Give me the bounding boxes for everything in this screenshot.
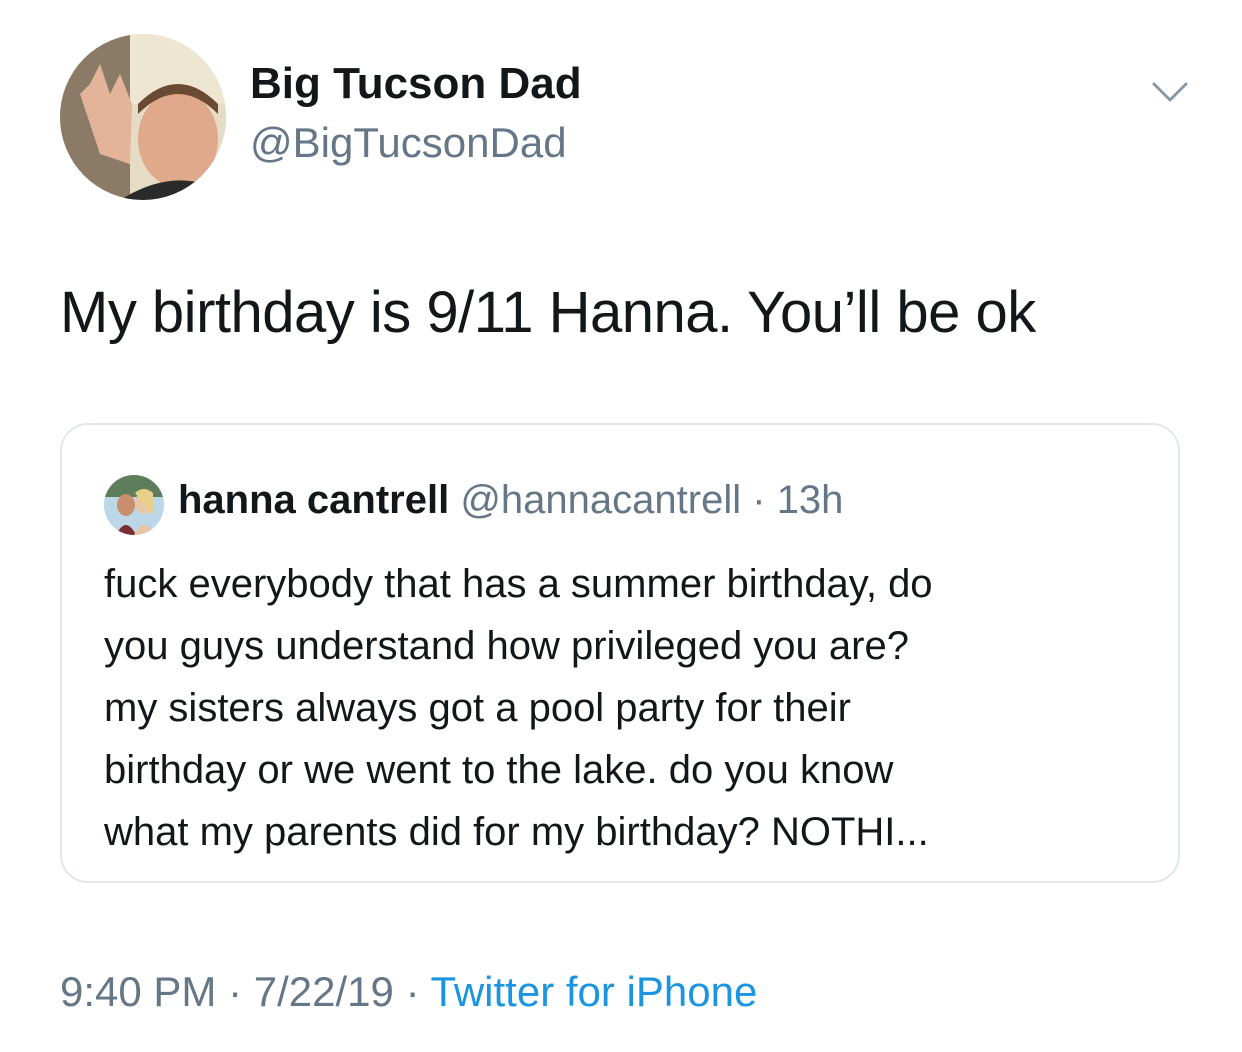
quoted-text-line: what my parents did for my birthday? NOT… bbox=[104, 810, 929, 854]
quoted-author-handle: @hannacantrell bbox=[460, 478, 742, 522]
quoted-author-avatar bbox=[104, 475, 164, 535]
chevron-down-icon[interactable] bbox=[1150, 80, 1190, 104]
quoted-tweet-header: hanna cantrell @hannacantrell · 13h bbox=[178, 475, 843, 525]
author-avatar[interactable] bbox=[60, 34, 226, 200]
author-avatar-image bbox=[60, 34, 226, 200]
quoted-timestamp: 13h bbox=[776, 478, 844, 522]
tweet-source-link[interactable]: Twitter for iPhone bbox=[431, 968, 758, 1015]
quoted-separator: · bbox=[752, 478, 766, 522]
meta-separator: · bbox=[405, 968, 420, 1015]
tweet-time: 9:40 PM bbox=[60, 968, 217, 1015]
quoted-text-line: birthday or we went to the lake. do you … bbox=[104, 748, 894, 792]
quoted-text-line: you guys understand how privileged you a… bbox=[104, 624, 909, 668]
quoted-tweet-text: fuck everybody that has a summer birthda… bbox=[104, 553, 1154, 863]
quoted-text-line: fuck everybody that has a summer birthda… bbox=[104, 562, 933, 606]
quoted-author-name: hanna cantrell bbox=[178, 478, 450, 522]
author-name[interactable]: Big Tucson Dad bbox=[250, 58, 582, 110]
quoted-text-line: my sisters always got a pool party for t… bbox=[104, 686, 851, 730]
tweet-meta: 9:40 PM · 7/22/19 · Twitter for iPhone bbox=[60, 964, 757, 1020]
author-handle[interactable]: @BigTucsonDad bbox=[250, 118, 567, 168]
tweet-text: My birthday is 9/11 Hanna. You’ll be ok bbox=[60, 280, 1036, 345]
tweet: Big Tucson Dad @BigTucsonDad My birthday… bbox=[0, 0, 1242, 1052]
tweet-date: 7/22/19 bbox=[253, 968, 394, 1015]
quoted-tweet-card[interactable]: hanna cantrell @hannacantrell · 13h fuck… bbox=[60, 423, 1180, 883]
meta-separator: · bbox=[228, 968, 243, 1015]
